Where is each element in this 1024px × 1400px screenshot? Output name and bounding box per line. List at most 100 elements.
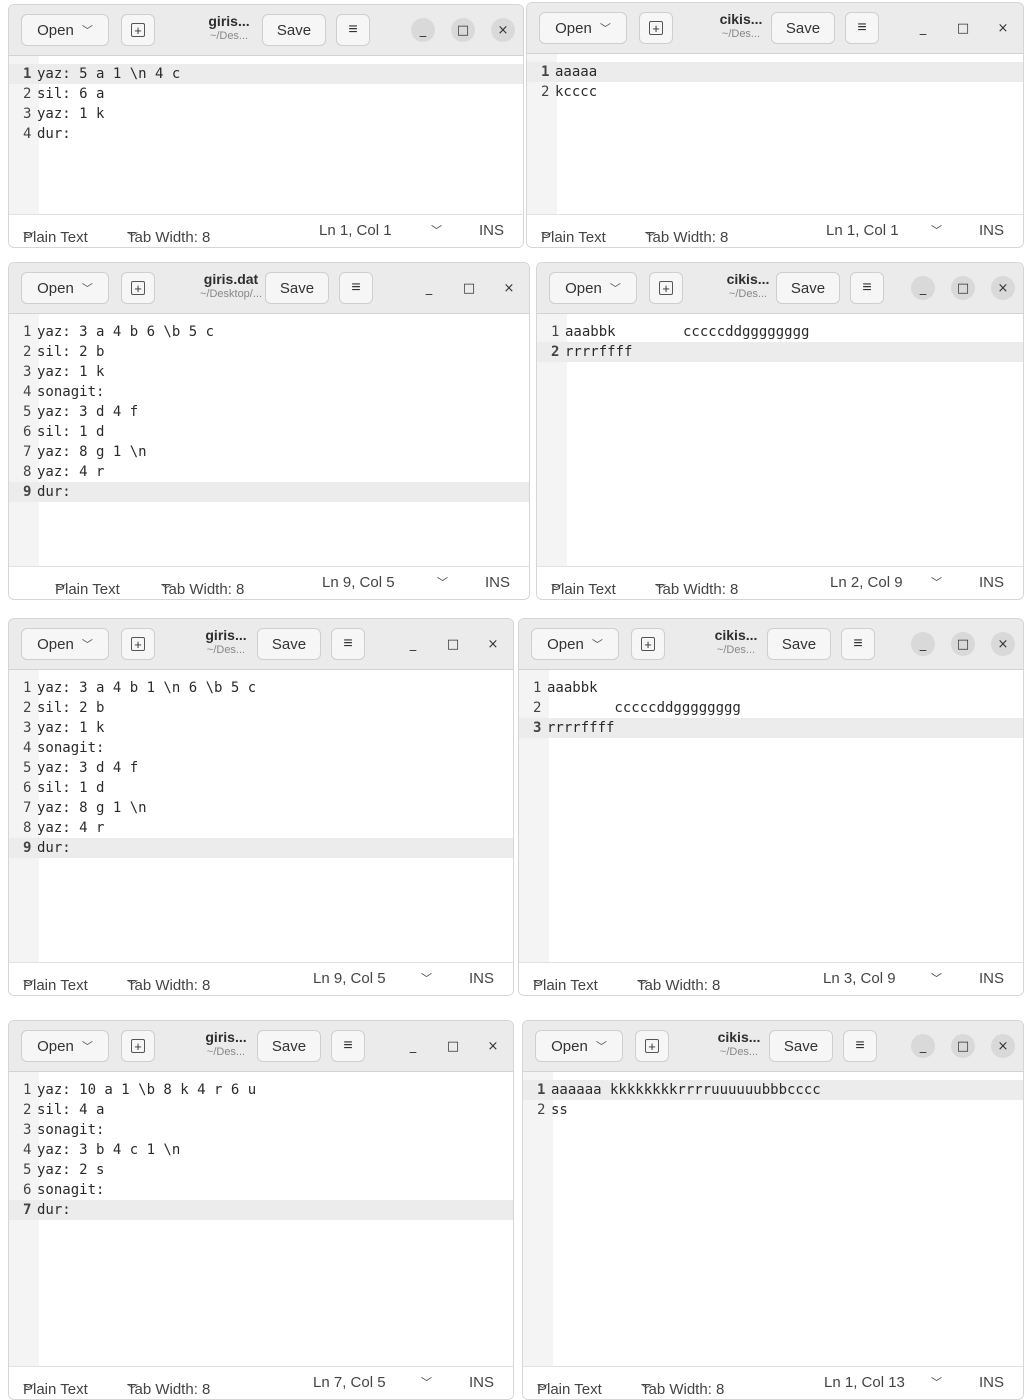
close-button[interactable]: × xyxy=(991,276,1015,300)
close-button[interactable]: × xyxy=(481,1034,505,1058)
text-line[interactable]: 1 yaz: 5 a 1 \n 4 c xyxy=(9,64,523,84)
save-button[interactable]: Save xyxy=(767,628,831,660)
save-button[interactable]: Save xyxy=(257,1030,321,1062)
text-line[interactable]: 1 yaz: 3 a 4 b 1 \n 6 \b 5 c xyxy=(9,678,513,698)
save-button[interactable]: Save xyxy=(776,272,840,304)
menu-button[interactable]: ≡ xyxy=(336,14,370,46)
cursor-position[interactable]: Ln 1, Col 1 xyxy=(319,222,392,239)
text-line[interactable]: 3 yaz: 1 k xyxy=(9,362,529,382)
menu-button[interactable]: ≡ xyxy=(331,628,365,660)
insert-mode[interactable]: INS xyxy=(979,222,1004,239)
text-line[interactable]: 5 yaz: 3 d 4 f xyxy=(9,758,513,778)
text-line[interactable]: 4 sonagit: xyxy=(9,382,529,402)
text-line[interactable]: 6 sil: 1 d xyxy=(9,422,529,442)
minimize-button[interactable]: _ xyxy=(911,276,935,300)
new-tab-button[interactable]: + xyxy=(121,14,155,46)
text-line[interactable]: 2 sil: 6 a xyxy=(9,84,523,104)
text-line[interactable]: 5 yaz: 2 s xyxy=(9,1160,513,1180)
text-area[interactable]: 1 yaz: 5 a 1 \n 4 c 2 sil: 6 a 3 yaz: 1 k 4 dur… xyxy=(9,56,523,215)
output-editor-window-3[interactable]: Open ﹀ + cikis... ~/Des... Save ≡ _ □ × … xyxy=(518,618,1024,996)
maximize-button[interactable]: □ xyxy=(451,18,475,42)
save-button[interactable]: Save xyxy=(262,14,326,46)
minimize-button[interactable]: _ xyxy=(411,18,435,42)
text-line[interactable]: 6 sil: 1 d xyxy=(9,778,513,798)
save-button[interactable]: Save xyxy=(257,628,321,660)
input-editor-window-2[interactable]: Open ﹀ + giris.dat ~/Desktop/... Save ≡ … xyxy=(8,262,530,600)
minimize-button[interactable]: _ xyxy=(911,1034,935,1058)
close-button[interactable]: × xyxy=(991,1034,1015,1058)
text-area[interactable]: 1 yaz: 3 a 4 b 6 \b 5 c 2 sil: 2 b 3 yaz: 1 k… xyxy=(9,314,529,567)
input-editor-window-1[interactable]: Open ﹀ + giris... ~/Des... Save ≡ _ □ × … xyxy=(8,4,524,248)
open-button[interactable]: Open ﹀ xyxy=(21,628,109,660)
minimize-button[interactable]: _ xyxy=(401,632,425,656)
menu-button[interactable]: ≡ xyxy=(843,1030,877,1062)
text-line[interactable]: 3 yaz: 1 k xyxy=(9,718,513,738)
save-button[interactable]: Save xyxy=(769,1030,833,1062)
text-line[interactable]: 4 sonagit: xyxy=(9,738,513,758)
text-line[interactable]: 4 dur: xyxy=(9,124,523,144)
text-line[interactable]: 3 yaz: 1 k xyxy=(9,104,523,124)
menu-button[interactable]: ≡ xyxy=(841,628,875,660)
close-button[interactable]: × xyxy=(497,276,521,300)
text-line[interactable]: 1 aaaaaa kkkkkkkkrrrruuuuuubbbcccc xyxy=(523,1080,1023,1100)
open-button[interactable]: Open ﹀ xyxy=(21,14,109,46)
text-line[interactable]: 2 sil: 2 b xyxy=(9,698,513,718)
close-button[interactable]: × xyxy=(491,18,515,42)
chevron-down-icon[interactable]: ﹀ xyxy=(431,222,442,238)
output-editor-window-2[interactable]: Open ﹀ + cikis... ~/Des... Save ≡ _ □ × … xyxy=(536,262,1024,600)
maximize-button[interactable]: □ xyxy=(951,632,975,656)
insert-mode[interactable]: INS xyxy=(485,574,510,591)
text-line[interactable]: 3 rrrrffff xyxy=(519,718,1023,738)
insert-mode[interactable]: INS xyxy=(479,222,504,239)
text-area[interactable]: 1 aaabbk cccccddgggggggg 2 rrrrffff xyxy=(537,314,1023,567)
maximize-button[interactable]: □ xyxy=(441,632,465,656)
text-area[interactable]: 1 yaz: 3 a 4 b 1 \n 6 \b 5 c 2 sil: 2 b 3 yaz… xyxy=(9,670,513,963)
cursor-position[interactable]: Ln 1, Col 1 xyxy=(826,222,899,239)
output-editor-window-4[interactable]: Open ﹀ + cikis... ~/Des... Save ≡ _ □ × … xyxy=(522,1020,1024,1400)
cursor-position[interactable]: Ln 9, Col 5 xyxy=(313,970,386,987)
text-line[interactable]: 9 dur: xyxy=(9,838,513,858)
insert-mode[interactable]: INS xyxy=(469,970,494,987)
text-line[interactable]: 2 cccccddgggggggg xyxy=(519,698,1023,718)
save-button[interactable]: Save xyxy=(265,272,329,304)
insert-mode[interactable]: INS xyxy=(979,970,1004,987)
cursor-position[interactable]: Ln 2, Col 9 xyxy=(830,574,903,591)
minimize-button[interactable]: _ xyxy=(401,1034,425,1058)
maximize-button[interactable]: □ xyxy=(951,1034,975,1058)
minimize-button[interactable]: _ xyxy=(911,16,935,40)
insert-mode[interactable]: INS xyxy=(469,1374,494,1391)
text-area[interactable]: 1 yaz: 10 a 1 \b 8 k 4 r 6 u 2 sil: 4 a 3 son… xyxy=(9,1072,513,1367)
chevron-down-icon[interactable]: ﹀ xyxy=(931,970,942,986)
open-button[interactable]: Open ﹀ xyxy=(549,272,637,304)
open-button[interactable]: Open ﹀ xyxy=(21,272,109,304)
text-line[interactable]: 1 yaz: 3 a 4 b 6 \b 5 c xyxy=(9,322,529,342)
text-line[interactable]: 6 sonagit: xyxy=(9,1180,513,1200)
text-line[interactable]: 7 yaz: 8 g 1 \n xyxy=(9,442,529,462)
output-editor-window-1[interactable]: Open ﹀ + cikis... ~/Des... Save ≡ _ □ × … xyxy=(526,2,1024,248)
chevron-down-icon[interactable]: ﹀ xyxy=(931,1374,942,1390)
minimize-button[interactable]: _ xyxy=(417,276,441,300)
cursor-position[interactable]: Ln 1, Col 13 xyxy=(824,1374,905,1391)
text-line[interactable]: 5 yaz: 3 d 4 f xyxy=(9,402,529,422)
text-line[interactable]: 1 aaabbk cccccddgggggggg xyxy=(537,322,1023,342)
new-tab-button[interactable]: + xyxy=(121,628,155,660)
text-line[interactable]: 1 aaaaa xyxy=(527,62,1023,82)
chevron-down-icon[interactable]: ﹀ xyxy=(437,574,448,590)
close-button[interactable]: × xyxy=(481,632,505,656)
input-editor-window-4[interactable]: Open ﹀ + giris... ~/Des... Save ≡ _ □ × … xyxy=(8,1020,514,1400)
cursor-position[interactable]: Ln 7, Col 5 xyxy=(313,1374,386,1391)
chevron-down-icon[interactable]: ﹀ xyxy=(421,1374,432,1390)
text-line[interactable]: 2 sil: 4 a xyxy=(9,1100,513,1120)
text-line[interactable]: 2 kcccc xyxy=(527,82,1023,102)
new-tab-button[interactable]: + xyxy=(635,1030,669,1062)
input-editor-window-3[interactable]: Open ﹀ + giris... ~/Des... Save ≡ _ □ × … xyxy=(8,618,514,996)
text-line[interactable]: 8 yaz: 4 r xyxy=(9,462,529,482)
text-line[interactable]: 3 sonagit: xyxy=(9,1120,513,1140)
open-button[interactable]: Open ﹀ xyxy=(535,1030,623,1062)
new-tab-button[interactable]: + xyxy=(121,272,155,304)
text-line[interactable]: 9 dur: xyxy=(9,482,529,502)
menu-button[interactable]: ≡ xyxy=(339,272,373,304)
open-button[interactable]: Open ﹀ xyxy=(21,1030,109,1062)
text-line[interactable]: 2 rrrrffff xyxy=(537,342,1023,362)
chevron-down-icon[interactable]: ﹀ xyxy=(421,970,432,986)
